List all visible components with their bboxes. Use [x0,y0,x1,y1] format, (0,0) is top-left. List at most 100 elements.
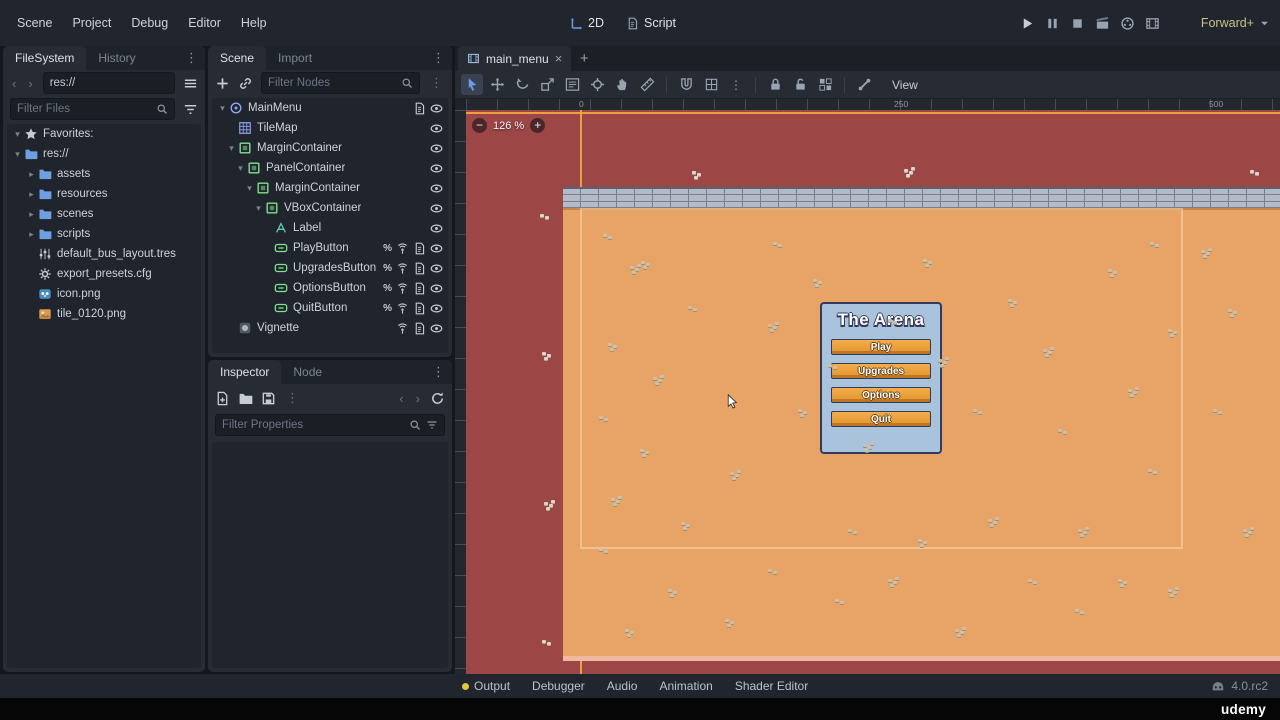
zoom-level[interactable]: 126 % [493,120,524,132]
scene-node-margincontainer[interactable]: ▾ MarginContainer [212,138,448,158]
script-icon[interactable] [413,282,426,295]
add-node-icon[interactable] [215,76,230,91]
eye-icon[interactable] [430,262,443,275]
expander-icon[interactable]: ▾ [243,183,256,194]
move-tool-button[interactable] [486,74,508,95]
nav-forward-icon[interactable]: › [26,76,34,91]
filesystem-tab-menu-icon[interactable]: ⋮ [178,46,205,70]
script-icon[interactable] [413,102,426,115]
canvas-2d[interactable]: The Arena Play Upgrades Options Quit − 126 … [466,110,1280,674]
menu-help[interactable]: Help [232,11,276,35]
expander-icon[interactable]: ▾ [216,103,229,114]
file-item-export-presets-cfg[interactable]: export_presets.cfg [7,264,201,284]
inspector-tab-menu-icon[interactable]: ⋮ [425,360,452,384]
pan-tool-button[interactable] [611,74,633,95]
file-item-assets[interactable]: ▸ assets [7,164,201,184]
signal-icon[interactable] [396,262,409,275]
unique-name-icon[interactable]: % [383,243,392,254]
object-properties-icon[interactable] [430,391,445,406]
unique-name-icon[interactable]: % [383,283,392,294]
unlock-button[interactable] [789,74,811,95]
history-forward-icon[interactable]: › [414,391,422,406]
file-item-icon-png[interactable]: icon.png [7,284,201,304]
eye-icon[interactable] [430,302,443,315]
renderer-select[interactable]: Forward+ [1201,0,1270,46]
bottom-tab-animation[interactable]: Animation [659,679,712,693]
play-scene-button[interactable] [1095,16,1110,31]
script-icon[interactable] [413,302,426,315]
expander-icon[interactable]: ▾ [11,129,24,140]
scale-tool-button[interactable] [536,74,558,95]
script-icon[interactable] [413,262,426,275]
unique-name-icon[interactable]: % [383,263,392,274]
scene-tab-import[interactable]: Import [266,46,324,70]
bottom-tab-debugger[interactable]: Debugger [532,679,585,693]
expander-icon[interactable]: ▾ [225,143,238,154]
save-resource-icon[interactable] [261,391,276,406]
scene-node-quitbutton[interactable]: QuitButton% [212,298,448,318]
context-tab-2d[interactable]: 2D [570,16,604,30]
scene-node-upgradesbutton[interactable]: UpgradesButton% [212,258,448,278]
rotate-tool-button[interactable] [511,74,533,95]
scene-node-mainmenu[interactable]: ▾ MainMenu [212,98,448,118]
signal-icon[interactable] [396,282,409,295]
scene-tab-menu-icon[interactable]: ⋮ [425,46,452,70]
file-sort-icon[interactable] [183,102,198,117]
smart-snap-button[interactable] [675,74,697,95]
file-item-favorites-[interactable]: ▾ Favorites: [7,124,201,144]
history-back-icon[interactable]: ‹ [397,391,405,406]
load-resource-icon[interactable] [238,391,253,406]
instance-scene-icon[interactable] [238,76,253,91]
scene-node-vboxcontainer[interactable]: ▾ VBoxContainer [212,198,448,218]
eye-icon[interactable] [430,242,443,255]
scene-node-optionsbutton[interactable]: OptionsButton% [212,278,448,298]
eye-icon[interactable] [430,162,443,175]
pause-button[interactable] [1045,16,1060,31]
group-button[interactable] [814,74,836,95]
eye-icon[interactable] [430,102,443,115]
file-item-res-[interactable]: ▾ res:// [7,144,201,164]
eye-icon[interactable] [430,282,443,295]
expander-icon[interactable]: ▸ [25,169,38,180]
pivot-tool-button[interactable] [586,74,608,95]
inspector-tab-inspector[interactable]: Inspector [208,360,282,384]
signal-icon[interactable] [396,302,409,315]
eye-icon[interactable] [430,142,443,155]
expander-icon[interactable]: ▸ [25,189,38,200]
bottom-tab-audio[interactable]: Audio [607,679,638,693]
script-icon[interactable] [413,322,426,335]
expander-icon[interactable]: ▾ [11,149,24,160]
bottom-tab-shader-editor[interactable]: Shader Editor [735,679,808,693]
inspector-tab-node[interactable]: Node [281,360,334,384]
add-scene-tab-button[interactable]: + [571,46,597,71]
filter-files-input[interactable]: Filter Files [10,98,175,120]
view-menu[interactable]: View [892,78,918,92]
filesystem-tab-history[interactable]: History [86,46,147,70]
eye-icon[interactable] [430,122,443,135]
skeleton-button[interactable] [853,74,875,95]
filter-properties-input[interactable]: Filter Properties [215,414,445,436]
scene-node-tilemap[interactable]: TileMap [212,118,448,138]
menu-debug[interactable]: Debug [122,11,177,35]
expander-icon[interactable]: ▸ [25,229,38,240]
new-resource-icon[interactable] [215,391,230,406]
play-custom-scene-button[interactable] [1120,16,1135,31]
file-item-tile-0120-png[interactable]: tile_0120.png [7,304,201,324]
grid-snap-button[interactable] [700,74,722,95]
scene-node-margincontainer[interactable]: ▾ MarginContainer [212,178,448,198]
unique-name-icon[interactable]: % [383,303,392,314]
play-button[interactable] [1020,16,1035,31]
resource-menu-icon[interactable]: ⋮ [284,390,301,406]
bottom-tab-output[interactable]: Output [462,679,510,693]
scene-node-panelcontainer[interactable]: ▾ PanelContainer [212,158,448,178]
movie-writer-button[interactable] [1145,16,1160,31]
current-path-box[interactable]: res:// [42,72,175,94]
menu-scene[interactable]: Scene [8,11,61,35]
context-tab-script[interactable]: Script [626,16,676,30]
zoom-out-button[interactable]: − [472,118,487,133]
file-item-default-bus-layout-tres[interactable]: default_bus_layout.tres [7,244,201,264]
toggle-split-mode-icon[interactable] [183,76,198,91]
select-tool-button[interactable] [461,74,483,95]
expander-icon[interactable]: ▸ [25,209,38,220]
scene-node-vignette[interactable]: Vignette [212,318,448,338]
